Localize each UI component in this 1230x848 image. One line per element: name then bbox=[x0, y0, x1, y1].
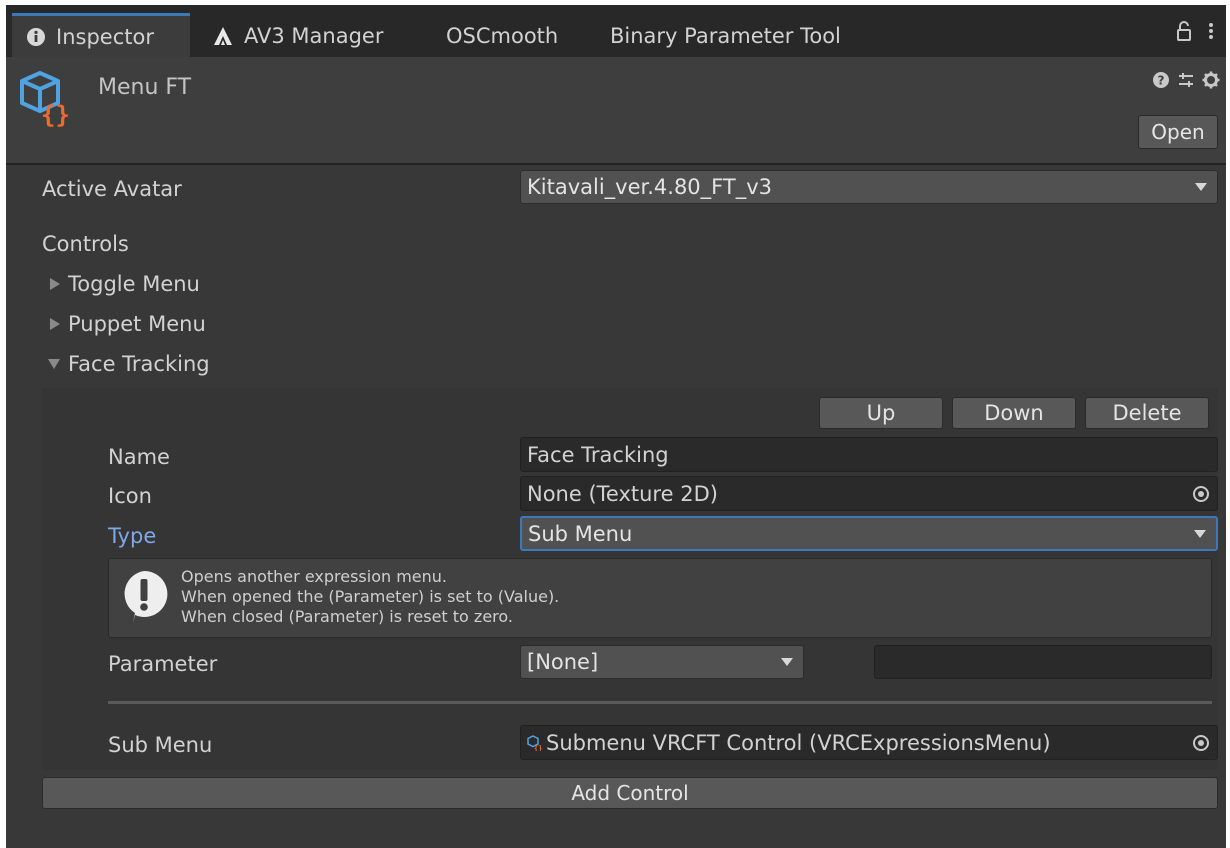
chevron-down-icon bbox=[1194, 529, 1206, 538]
add-control-button[interactable]: Add Control bbox=[42, 777, 1218, 809]
tab-binary-parameter-tool[interactable]: Binary Parameter Tool bbox=[610, 15, 841, 57]
tab-label: AV3 Manager bbox=[244, 24, 384, 48]
active-avatar-dropdown[interactable]: Kitavali_ver.4.80_FT_v3 bbox=[520, 170, 1218, 204]
active-avatar-value: Kitavali_ver.4.80_FT_v3 bbox=[527, 175, 772, 199]
divider bbox=[108, 701, 1212, 704]
foldout-label: Puppet Menu bbox=[68, 312, 206, 336]
parameter-label: Parameter bbox=[108, 652, 218, 676]
parameter-dropdown-value: [None] bbox=[527, 650, 599, 674]
open-button[interactable]: Open bbox=[1138, 115, 1218, 149]
tab-tools bbox=[1176, 21, 1214, 41]
name-input-value: Face Tracking bbox=[527, 442, 669, 467]
svg-text:{}: {} bbox=[534, 744, 542, 751]
foldout-face-tracking[interactable]: Face Tracking bbox=[48, 352, 210, 376]
type-label: Type bbox=[108, 524, 157, 548]
help-text: Opens another expression menu. When open… bbox=[181, 567, 559, 627]
icon-object-field[interactable]: None (Texture 2D) bbox=[520, 476, 1218, 511]
help-line: Opens another expression menu. bbox=[181, 567, 447, 586]
collapsed-arrow-icon bbox=[50, 278, 60, 290]
up-button[interactable]: Up bbox=[819, 397, 943, 429]
tab-label: Inspector bbox=[56, 24, 154, 49]
icon-field-value: None (Texture 2D) bbox=[527, 481, 718, 506]
tab-av3-manager[interactable]: AV3 Manager bbox=[212, 15, 383, 57]
chevron-down-icon bbox=[1195, 183, 1207, 191]
object-picker-icon[interactable] bbox=[1193, 734, 1209, 751]
delete-button[interactable]: Delete bbox=[1085, 397, 1209, 429]
controls-heading: Controls bbox=[42, 232, 129, 256]
foldout-puppet-menu[interactable]: Puppet Menu bbox=[50, 312, 206, 336]
expressions-menu-asset-icon: {} bbox=[20, 71, 70, 127]
help-line: When opened the (Parameter) is set to (V… bbox=[181, 587, 560, 606]
svg-text:{}: {} bbox=[41, 101, 70, 127]
tab-inspector[interactable]: Inspector bbox=[12, 13, 190, 57]
parameter-dropdown[interactable]: [None] bbox=[520, 645, 804, 679]
tab-bar: Inspector AV3 Manager OSCmooth Binary Pa… bbox=[6, 5, 1226, 57]
inspector-window: Inspector AV3 Manager OSCmooth Binary Pa… bbox=[6, 5, 1226, 848]
object-picker-icon[interactable] bbox=[1193, 485, 1209, 502]
foldout-label: Face Tracking bbox=[68, 352, 210, 376]
settings-gear-icon[interactable] bbox=[1202, 71, 1220, 89]
foldout-label: Toggle Menu bbox=[68, 272, 200, 296]
lock-icon[interactable] bbox=[1176, 21, 1192, 41]
chevron-down-icon bbox=[781, 658, 793, 666]
help-line: When closed (Parameter) is reset to zero… bbox=[181, 607, 513, 626]
down-button[interactable]: Down bbox=[952, 397, 1076, 429]
type-dropdown[interactable]: Sub Menu bbox=[520, 516, 1218, 551]
info-icon bbox=[27, 27, 45, 46]
foldout-toggle-menu[interactable]: Toggle Menu bbox=[50, 272, 200, 296]
collapsed-arrow-icon bbox=[50, 318, 60, 330]
icon-label: Icon bbox=[108, 484, 152, 508]
active-avatar-label: Active Avatar bbox=[42, 177, 182, 201]
help-box: Opens another expression menu. When open… bbox=[108, 558, 1212, 638]
warning-speech-icon bbox=[124, 570, 168, 623]
header-icons: ? bbox=[1152, 71, 1220, 89]
type-dropdown-value: Sub Menu bbox=[528, 521, 633, 546]
name-label: Name bbox=[108, 445, 170, 469]
parameter-value-input[interactable] bbox=[874, 645, 1212, 679]
help-icon[interactable]: ? bbox=[1152, 71, 1170, 89]
av3-logo-icon bbox=[214, 27, 232, 45]
name-input[interactable]: Face Tracking bbox=[520, 437, 1218, 472]
preset-icon[interactable] bbox=[1177, 71, 1195, 89]
expressions-menu-asset-icon: {} bbox=[527, 734, 542, 751]
svg-text:?: ? bbox=[1158, 74, 1165, 88]
tab-label: Binary Parameter Tool bbox=[610, 24, 841, 48]
asset-title: Menu FT bbox=[98, 75, 192, 100]
submenu-field-value: Submenu VRCFT Control (VRCExpressionsMen… bbox=[546, 730, 1051, 755]
submenu-object-field[interactable]: {} Submenu VRCFT Control (VRCExpressions… bbox=[520, 725, 1218, 760]
tab-oscmooth[interactable]: OSCmooth bbox=[446, 15, 558, 57]
inspector-header: {} Menu FT ? Open bbox=[6, 57, 1226, 165]
tab-label: OSCmooth bbox=[446, 24, 559, 48]
more-options-icon[interactable] bbox=[1208, 21, 1214, 41]
submenu-label: Sub Menu bbox=[108, 733, 213, 757]
expanded-arrow-icon bbox=[48, 359, 60, 369]
